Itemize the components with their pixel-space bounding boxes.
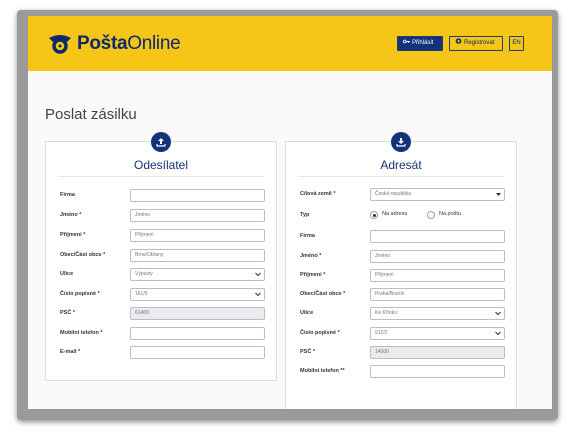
recipient-house-number-select[interactable]: 912/2 bbox=[370, 327, 505, 340]
select-value: Výpusty bbox=[135, 271, 153, 277]
recipient-field-first-name: Jméno * Jméno bbox=[286, 250, 516, 264]
recipient-last-name-input[interactable]: Příjmení bbox=[370, 269, 505, 282]
field-label: Číslo popisné * bbox=[300, 330, 340, 336]
recipient-street-select[interactable]: Ke Křínku bbox=[370, 307, 505, 320]
field-label: Ulice bbox=[60, 271, 74, 277]
upload-icon bbox=[151, 132, 171, 152]
sender-city-input[interactable]: Brno/Obřany bbox=[130, 249, 265, 262]
language-switch-button[interactable]: EN bbox=[509, 36, 524, 51]
sender-last-name-input[interactable]: Příjmení bbox=[130, 229, 265, 242]
recipient-field-street: Ulice Ke Křínku bbox=[286, 307, 516, 321]
radio-to-address[interactable] bbox=[370, 211, 378, 219]
divider bbox=[298, 176, 504, 177]
field-label: Ulice bbox=[300, 310, 314, 316]
sender-field-mobile: Mobilní telefon * bbox=[46, 327, 276, 341]
radio-label-to-post-office: Na poštu bbox=[439, 211, 462, 217]
recipient-field-postcode: PSČ * 14000 bbox=[286, 346, 516, 360]
recipient-country-select[interactable]: Česká republika bbox=[370, 188, 505, 201]
sender-field-city: Obec/Část obce * Brno/Obřany bbox=[46, 249, 276, 263]
sender-title: Odesílatel bbox=[133, 158, 189, 172]
sender-field-house-number: Číslo popisné * 161/5 bbox=[46, 288, 276, 302]
sender-company-input[interactable] bbox=[130, 189, 265, 202]
recipient-first-name-input[interactable]: Jméno bbox=[370, 250, 505, 263]
sender-first-name-input[interactable]: Jméno bbox=[130, 209, 265, 222]
recipient-city-input[interactable]: Praha/Braník bbox=[370, 288, 505, 301]
recipient-title: Adresát bbox=[380, 158, 422, 172]
chevron-down-icon bbox=[495, 331, 501, 336]
sender-field-street: Ulice Výpusty bbox=[46, 268, 276, 282]
field-label: Příjmení * bbox=[60, 232, 86, 238]
radio-label-to-address: Na adresu bbox=[382, 211, 408, 217]
select-value: 161/5 bbox=[135, 291, 148, 297]
recipient-field-type: Typ Na adresu Na poštu bbox=[286, 209, 516, 223]
field-label: Jméno * bbox=[300, 253, 322, 259]
recipient-field-last-name: Příjmení * Příjmení bbox=[286, 269, 516, 283]
browser-viewport: PoštaOnline Přihlásit Registrovat EN Pos… bbox=[28, 16, 552, 409]
sender-mobile-input[interactable] bbox=[130, 327, 265, 340]
field-label: Mobilní telefon * bbox=[60, 330, 103, 336]
plus-circle-icon bbox=[455, 38, 462, 44]
posthorn-logo-icon bbox=[49, 35, 71, 54]
recipient-panel: Adresát Cílová země * Česká republika Ty… bbox=[285, 132, 517, 409]
recipient-mobile-input[interactable] bbox=[370, 365, 505, 378]
register-button[interactable]: Registrovat bbox=[449, 36, 503, 51]
divider bbox=[58, 176, 264, 177]
recipient-field-company: Firma bbox=[286, 230, 516, 244]
chevron-down-icon bbox=[255, 272, 261, 277]
login-button[interactable]: Přihlásit bbox=[397, 36, 443, 51]
select-value: 912/2 bbox=[375, 330, 388, 336]
select-value: Česká republika bbox=[375, 191, 411, 197]
sender-house-number-select[interactable]: 161/5 bbox=[130, 288, 265, 301]
key-icon bbox=[403, 39, 410, 44]
chevron-down-icon bbox=[255, 292, 261, 297]
download-icon bbox=[391, 132, 411, 152]
sender-field-postcode: PSČ * 61400 bbox=[46, 307, 276, 321]
recipient-field-mobile: Mobilní telefon ** bbox=[286, 365, 516, 379]
field-label: Firma bbox=[300, 233, 315, 239]
field-label: PSČ * bbox=[60, 310, 75, 316]
recipient-postcode-input: 14000 bbox=[370, 346, 505, 359]
sender-panel: Odesílatel Firma Jméno * Jméno Příjmení … bbox=[45, 132, 277, 381]
caret-down-icon bbox=[496, 193, 501, 196]
field-label: Cílová země * bbox=[300, 191, 336, 197]
field-label: E-mail * bbox=[60, 349, 81, 355]
field-label: Mobilní telefon ** bbox=[300, 368, 345, 374]
field-label: Příjmení * bbox=[300, 272, 326, 278]
sender-street-select[interactable]: Výpusty bbox=[130, 268, 265, 281]
field-label: Obec/Část obce * bbox=[60, 252, 106, 258]
field-label: Jméno * bbox=[60, 212, 82, 218]
chevron-down-icon bbox=[495, 311, 501, 316]
sender-postcode-input: 61400 bbox=[130, 307, 265, 320]
logo-text: PoštaOnline bbox=[77, 33, 181, 54]
field-label: PSČ * bbox=[300, 349, 315, 355]
site-header: PoštaOnline Přihlásit Registrovat EN bbox=[28, 16, 552, 71]
sender-field-email: E-mail * bbox=[46, 346, 276, 360]
field-label: Typ bbox=[300, 212, 310, 218]
page-title: Poslat zásilku bbox=[45, 106, 137, 124]
sender-field-company: Firma bbox=[46, 189, 276, 203]
recipient-field-country: Cílová země * Česká republika bbox=[286, 188, 516, 202]
recipient-field-city: Obec/Část obce * Praha/Braník bbox=[286, 288, 516, 302]
field-label: Firma bbox=[60, 192, 75, 198]
field-label: Číslo popisné * bbox=[60, 291, 100, 297]
recipient-company-input[interactable] bbox=[370, 230, 505, 243]
select-value: Ke Křínku bbox=[375, 310, 397, 316]
sender-field-last-name: Příjmení * Příjmení bbox=[46, 229, 276, 243]
sender-email-input[interactable] bbox=[130, 346, 265, 359]
recipient-field-house-number: Číslo popisné * 912/2 bbox=[286, 327, 516, 341]
radio-to-post-office[interactable] bbox=[427, 211, 435, 219]
field-label: Obec/Část obce * bbox=[300, 291, 346, 297]
sender-field-first-name: Jméno * Jméno bbox=[46, 209, 276, 223]
